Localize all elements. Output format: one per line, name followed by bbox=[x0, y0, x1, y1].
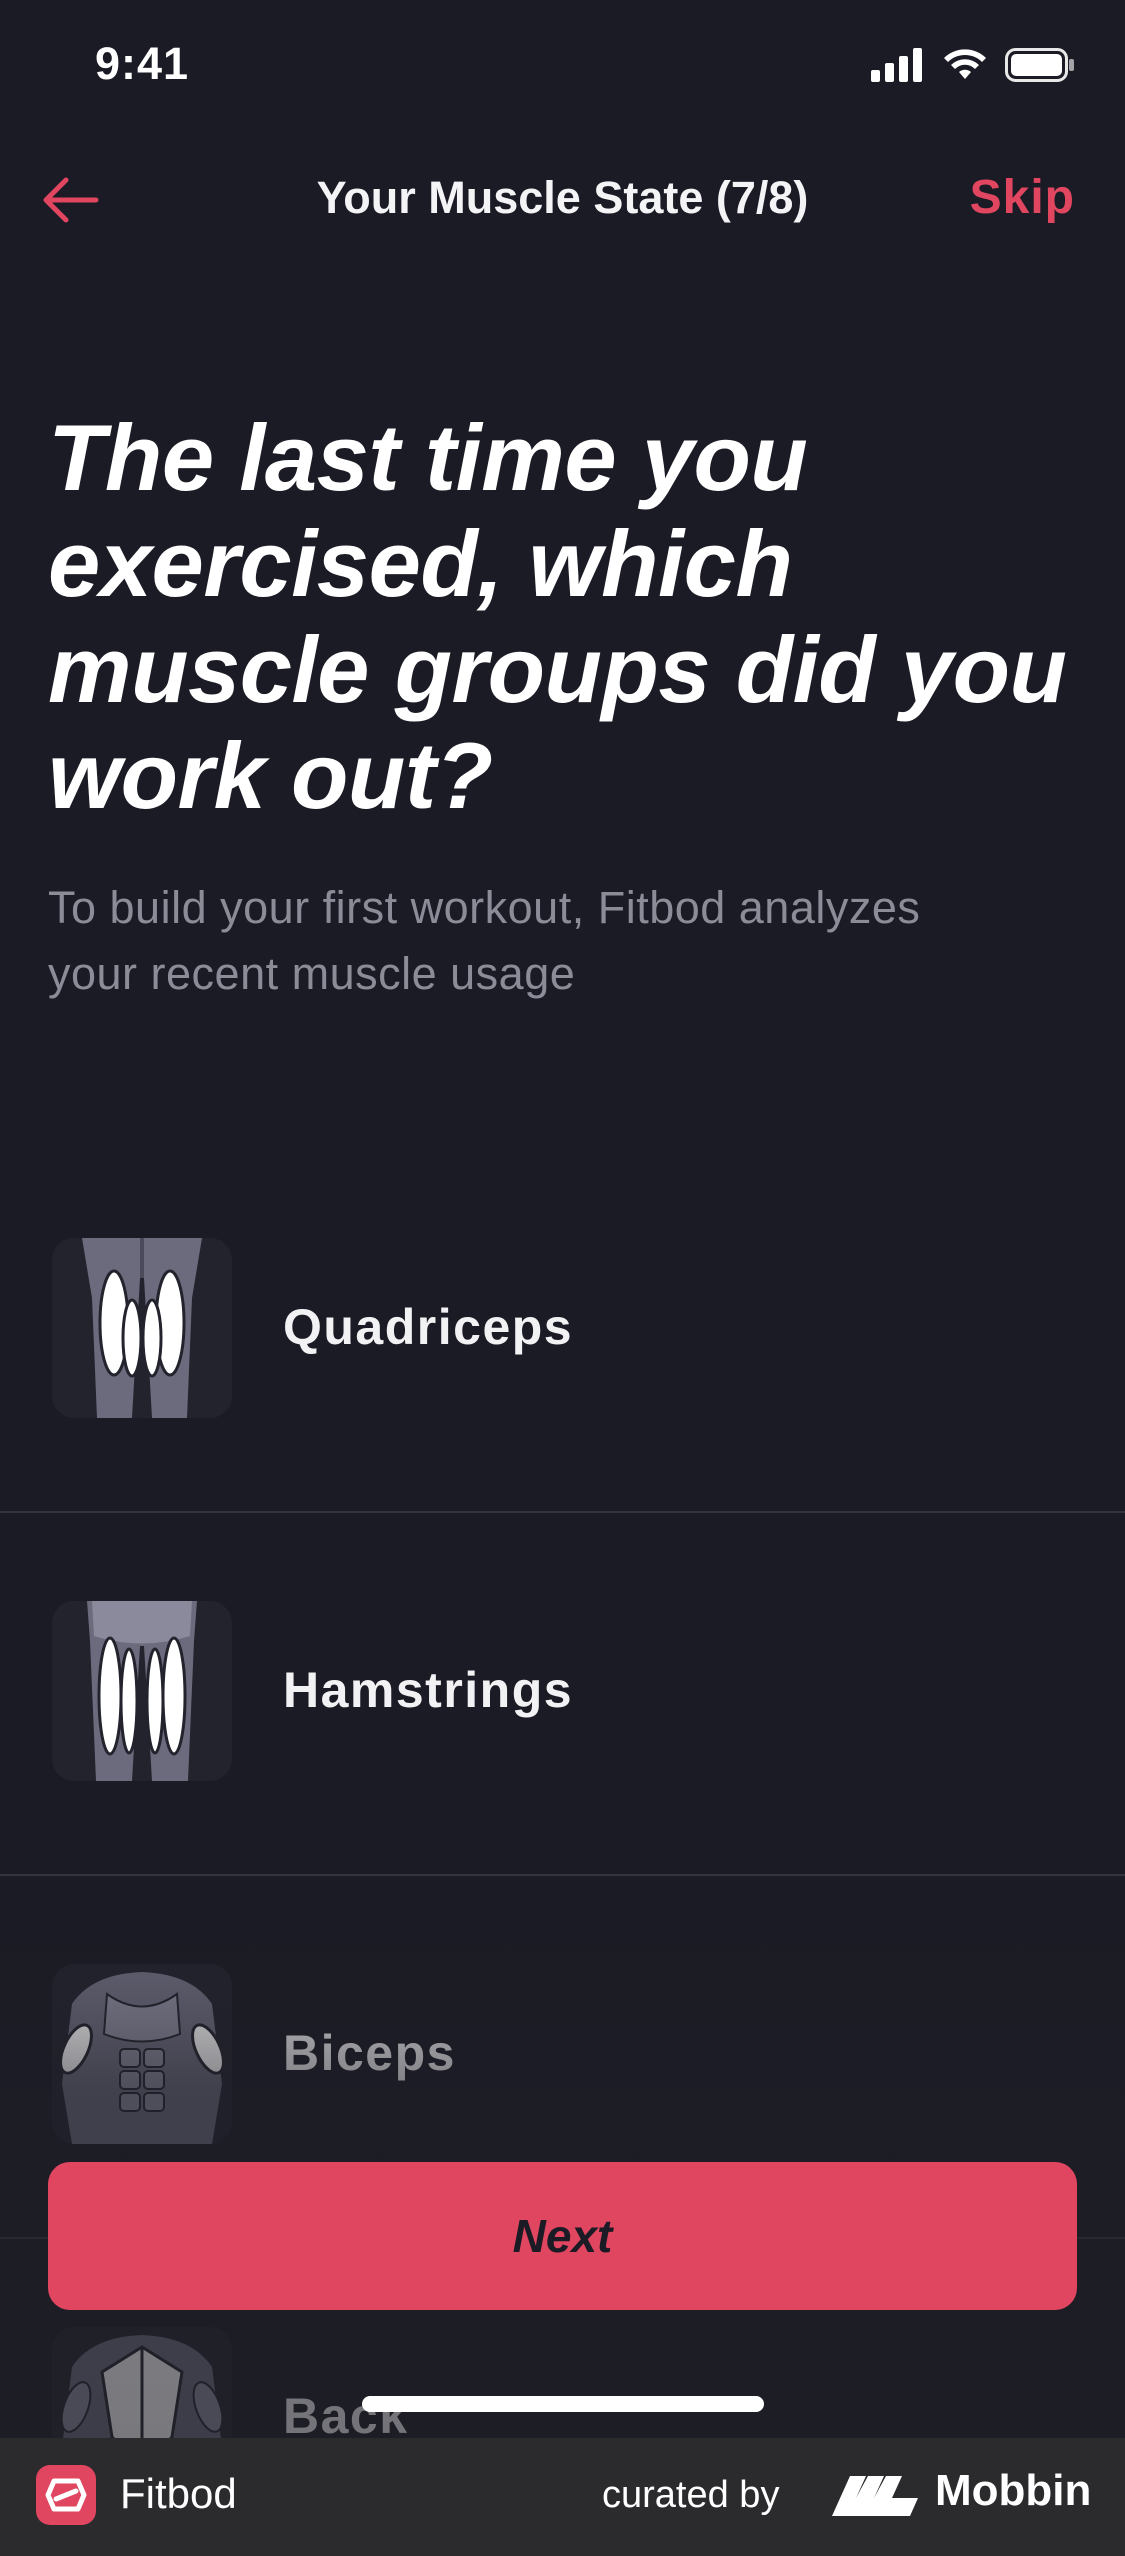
cellular-signal-icon bbox=[871, 48, 922, 82]
biceps-icon bbox=[52, 1964, 232, 2144]
status-time: 9:41 bbox=[95, 38, 190, 89]
question-line: The last time you bbox=[48, 405, 808, 510]
mobbin-logo-icon bbox=[832, 2476, 918, 2516]
muscle-label: Hamstrings bbox=[283, 1662, 574, 1718]
mobbin-brand-name: Mobbin bbox=[935, 2466, 1092, 2515]
muscle-label: Biceps bbox=[283, 2025, 456, 2081]
status-icons bbox=[871, 48, 1075, 82]
hamstrings-icon bbox=[52, 1601, 232, 1781]
subtitle-line: To build your first workout, Fitbod anal… bbox=[48, 882, 921, 933]
muscle-label: Quadriceps bbox=[283, 1299, 574, 1355]
next-button[interactable]: Next bbox=[48, 2162, 1077, 2310]
status-bar: 9:41 bbox=[0, 0, 1125, 140]
curated-by-label: curated by bbox=[602, 2474, 780, 2516]
skip-button[interactable]: Skip bbox=[970, 170, 1075, 225]
subtitle-line: your recent muscle usage bbox=[48, 948, 576, 999]
home-indicator bbox=[362, 2396, 764, 2412]
muscle-item-quadriceps[interactable]: Quadriceps bbox=[0, 1150, 1125, 1513]
question-line: work out? bbox=[48, 723, 493, 828]
question-line: exercised, which bbox=[48, 511, 793, 616]
wifi-icon bbox=[944, 49, 986, 79]
app-name: Fitbod bbox=[120, 2470, 237, 2517]
page-title: Your Muscle State (7/8) bbox=[316, 172, 809, 223]
muscle-item-hamstrings[interactable]: Hamstrings bbox=[0, 1513, 1125, 1876]
screen: 9:41 Your Muscle State (7/8) Skip The la… bbox=[0, 0, 1125, 2556]
question-subtitle: To build your first workout, Fitbod anal… bbox=[48, 875, 1088, 1007]
question-line: muscle groups did you bbox=[48, 617, 1067, 722]
question-heading: The last time you exercised, which muscl… bbox=[48, 405, 1088, 829]
fitbod-logo-icon bbox=[36, 2465, 96, 2525]
battery-icon bbox=[1005, 48, 1074, 82]
attribution-footer: Fitbod curated by Mobbin bbox=[0, 2438, 1125, 2556]
nav-bar: Your Muscle State (7/8) Skip bbox=[0, 150, 1125, 250]
quadriceps-icon bbox=[52, 1238, 232, 1418]
muscle-list: Quadriceps Hamstrings Biceps Back bbox=[0, 1150, 1125, 2556]
